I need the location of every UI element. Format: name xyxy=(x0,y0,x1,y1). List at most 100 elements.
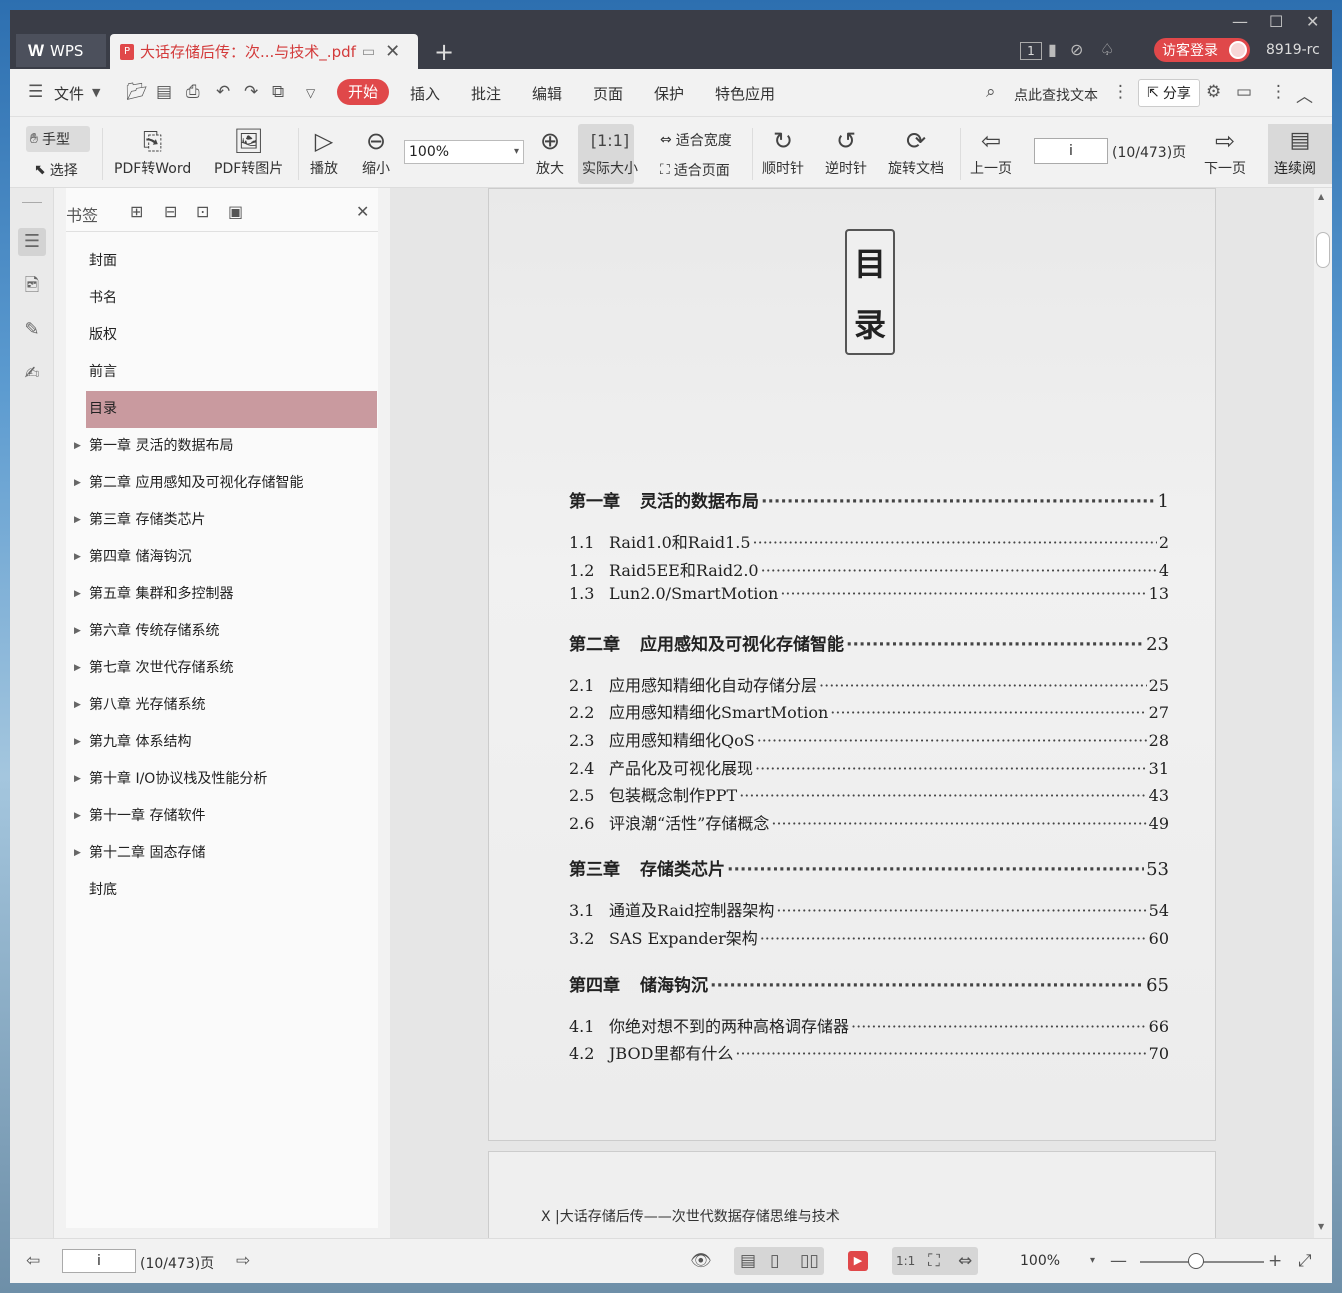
expand-arrow-icon[interactable]: ▶ xyxy=(74,576,81,613)
bookmark-item[interactable]: 封面 xyxy=(86,243,377,280)
zoom-out-button[interactable]: ⊖ 缩小 xyxy=(362,124,390,178)
more-vertical-icon[interactable]: ⋮ xyxy=(1112,82,1129,102)
double-page-icon[interactable]: ▯▯ xyxy=(800,1251,819,1271)
signature-icon[interactable]: ✍︎ xyxy=(18,360,46,388)
expand-arrow-icon[interactable]: ▶ xyxy=(74,465,81,502)
toc-chapter-row[interactable]: 第二章应用感知及可视化存储智能 23 xyxy=(569,630,1169,655)
expand-arrow-icon[interactable]: ▶ xyxy=(74,761,81,798)
collapse-all-icon[interactable]: ⊟ xyxy=(164,202,177,221)
skin-icon[interactable]: ♤ xyxy=(1100,40,1114,59)
menu-insert[interactable]: 插入 xyxy=(410,83,440,104)
expand-arrow-icon[interactable]: ▶ xyxy=(74,798,81,835)
hand-tool-button[interactable]: ✋︎ 手型 xyxy=(30,129,70,149)
settings-icon[interactable]: ⚙ xyxy=(1206,82,1221,102)
pdf-to-word-button[interactable]: ⎘ PDF转Word xyxy=(114,124,191,178)
bookmark-item[interactable]: ▶ 第二章 应用感知及可视化存储智能 xyxy=(74,465,377,502)
bookmark-item[interactable]: 书名 xyxy=(86,280,377,317)
bookmark-options-icon[interactable]: ▣ xyxy=(228,202,243,221)
fullscreen-icon[interactable]: ⤢ xyxy=(1298,1251,1312,1271)
maximize-icon[interactable]: ☐ xyxy=(1269,12,1283,31)
menu-special[interactable]: 特色应用 xyxy=(715,83,775,104)
rotate-clockwise-button[interactable]: ↻ 顺时针 xyxy=(762,124,804,178)
bookmark-item[interactable]: ▶ 第十章 I/O协议栈及性能分析 xyxy=(74,761,377,798)
bookmark-item[interactable]: ▶ 第一章 灵活的数据布局 xyxy=(74,428,377,465)
menu-edit[interactable]: 编辑 xyxy=(532,83,562,104)
scroll-down-icon[interactable]: ▼ xyxy=(1318,1222,1324,1231)
new-tab-icon[interactable]: + xyxy=(434,38,454,66)
fit-page-icon[interactable]: ⛶ xyxy=(928,1251,940,1271)
bookmark-item[interactable]: ▶ 第六章 传统存储系统 xyxy=(74,613,377,650)
fit-width-icon[interactable]: ⇔ xyxy=(958,1251,972,1271)
undo-icon[interactable]: ↶ xyxy=(216,82,230,102)
actual-size-button[interactable]: [1:1] 实际大小 xyxy=(582,124,638,178)
next-page-button[interactable]: ⇨ 下一页 xyxy=(1204,124,1246,178)
screen-icon[interactable]: ▭ xyxy=(362,44,375,60)
bookmark-item[interactable]: ▶ 第三章 存储类芯片 xyxy=(74,502,377,539)
document-viewer[interactable]: 目 录 第一章灵活的数据布局 1 1.1 Raid1.0和Raid1.5 2 1.2 Rai… xyxy=(390,188,1314,1251)
vertical-scrollbar[interactable]: ▲ ▼ xyxy=(1314,188,1332,1238)
zoom-minus-icon[interactable]: — xyxy=(1110,1251,1127,1271)
share-button[interactable]: ⇱ 分享 xyxy=(1138,79,1200,107)
file-menu[interactable]: 文件 xyxy=(54,83,84,104)
next-page-icon[interactable]: ⇨ xyxy=(236,1251,250,1271)
chevron-down-icon[interactable]: ▼ xyxy=(92,86,100,99)
continuous-view-icon[interactable]: ▤ xyxy=(740,1251,756,1271)
bookmark-item[interactable]: ▶ 第七章 次世代存储系统 xyxy=(74,650,377,687)
bookmark-item[interactable]: ▶ 第十二章 固态存储 xyxy=(74,835,377,872)
collapse-ribbon-icon[interactable]: ︿ xyxy=(1296,82,1313,107)
bookmark-item[interactable]: ▶ 第五章 集群和多控制器 xyxy=(74,576,377,613)
cloud-sync-icon[interactable]: ⊘ xyxy=(1070,40,1083,59)
single-page-icon[interactable]: ▯ xyxy=(770,1251,779,1271)
fit-width-button[interactable]: ⇔ 适合宽度 xyxy=(660,130,732,150)
rotate-counter-clockwise-button[interactable]: ↺ 逆时针 xyxy=(825,124,867,178)
prev-page-icon[interactable]: ⇦ xyxy=(26,1251,40,1271)
eye-protection-icon[interactable]: 👁︎ xyxy=(690,1251,712,1271)
actual-size-icon[interactable]: 1:1 xyxy=(896,1254,915,1268)
fit-page-button[interactable]: ⛶ 适合页面 xyxy=(660,160,730,180)
toc-section-row[interactable]: 2.2 应用感知精细化SmartMotion 27 xyxy=(569,699,1169,723)
expand-arrow-icon[interactable]: ▶ xyxy=(74,687,81,724)
close-panel-icon[interactable]: ✕ xyxy=(356,202,369,221)
export-image-icon[interactable]: ⧉ xyxy=(272,82,284,102)
zoom-dropdown-icon[interactable]: ▾ xyxy=(1090,1255,1095,1266)
play-button[interactable]: ▷ 播放 xyxy=(310,124,338,178)
window-count-badge[interactable]: 1 xyxy=(1020,42,1042,60)
wps-home-tab[interactable]: W WPS xyxy=(16,34,106,67)
toc-section-row[interactable]: 2.6 评浪潮“活性”存储概念 49 xyxy=(569,810,1169,834)
annotation-icon[interactable]: ✎ xyxy=(18,316,46,344)
toc-section-row[interactable]: 3.1 通道及Raid控制器架构 54 xyxy=(569,897,1169,921)
toc-section-row[interactable]: 2.1 应用感知精细化自动存储分层 25 xyxy=(569,672,1169,696)
toc-section-row[interactable]: 1.2 Raid5EE和Raid2.0 4 xyxy=(569,557,1169,581)
bookmark-item[interactable]: 封底 xyxy=(86,872,377,909)
find-text-field[interactable]: 点此查找文本 xyxy=(1014,85,1098,105)
open-folder-icon[interactable]: 📂︎ xyxy=(126,82,148,102)
expand-arrow-icon[interactable]: ▶ xyxy=(74,428,81,465)
more-dropdown-icon[interactable]: ▽ xyxy=(306,86,315,100)
close-window-icon[interactable]: ✕ xyxy=(1306,12,1319,31)
layout-icon[interactable]: ▮ xyxy=(1048,40,1057,59)
scrollbar-thumb[interactable] xyxy=(1316,232,1330,268)
expand-arrow-icon[interactable]: ▶ xyxy=(74,613,81,650)
toc-chapter-row[interactable]: 第三章存储类芯片 53 xyxy=(569,855,1169,880)
bookmark-item[interactable]: ▶ 第八章 光存储系统 xyxy=(74,687,377,724)
visitor-login-button[interactable]: 访客登录 xyxy=(1154,38,1250,62)
close-tab-icon[interactable]: ✕ xyxy=(385,41,400,62)
bookmark-item[interactable]: ▶ 第十一章 存储软件 xyxy=(74,798,377,835)
select-tool-button[interactable]: ⬉ 选择 xyxy=(34,160,78,180)
print-icon[interactable]: ⎙ xyxy=(186,82,200,102)
page-number-input[interactable]: i xyxy=(1034,138,1108,164)
pdf-to-image-button[interactable]: 🖼︎ PDF转图片 xyxy=(214,124,283,178)
menu-start[interactable]: 开始 xyxy=(337,79,389,105)
toc-chapter-row[interactable]: 第一章灵活的数据布局 1 xyxy=(569,487,1169,512)
zoom-in-button[interactable]: ⊕ 放大 xyxy=(536,124,564,178)
scroll-up-icon[interactable]: ▲ xyxy=(1318,192,1324,201)
bookmark-panel-icon[interactable]: ☰ xyxy=(18,228,46,256)
expand-arrow-icon[interactable]: ▶ xyxy=(74,502,81,539)
save-icon[interactable]: ▤ xyxy=(156,82,172,102)
expand-arrow-icon[interactable]: ▶ xyxy=(74,539,81,576)
more-options-icon[interactable]: ⋮ xyxy=(1270,82,1287,102)
minimize-icon[interactable]: — xyxy=(1232,12,1248,31)
prev-page-button[interactable]: ⇦ 上一页 xyxy=(970,124,1012,178)
menu-protect[interactable]: 保护 xyxy=(654,83,684,104)
expand-arrow-icon[interactable]: ▶ xyxy=(74,835,81,872)
